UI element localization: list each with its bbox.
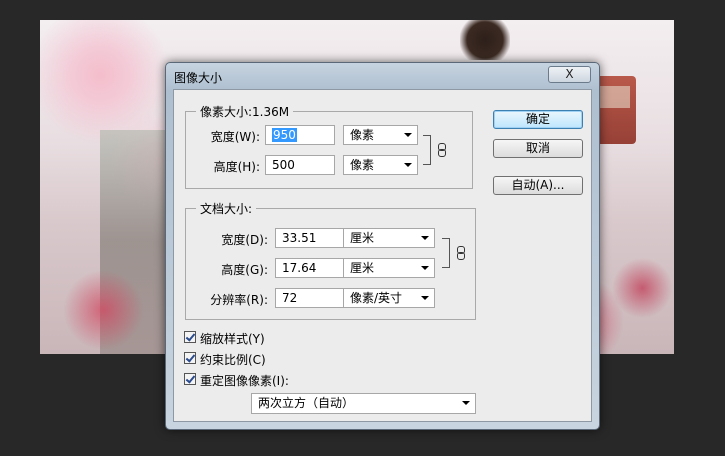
close-button[interactable]: X [548, 66, 591, 83]
woman-figure [460, 20, 510, 60]
pixel-dimensions-group: 像素大小:1.36M 宽度(W): 950 像素 高度(H): 500 像素 [185, 103, 473, 189]
ok-button-label: 确定 [525, 112, 550, 126]
close-icon: X [565, 67, 574, 81]
dialog-title: 图像大小 [174, 71, 223, 85]
chain-link-icon [457, 246, 465, 260]
doc-height-input[interactable]: 17.64 [275, 258, 345, 278]
chevron-down-icon [421, 266, 429, 270]
pixel-width-value: 950 [272, 128, 297, 142]
dialog-titlebar[interactable]: 图像大小 X [166, 63, 599, 89]
doc-width-input[interactable]: 33.51 [275, 228, 345, 248]
pixel-height-label: 高度(H): [213, 160, 260, 174]
pixel-height-unit: 像素 [350, 158, 375, 172]
resolution-value: 72 [282, 291, 298, 305]
constrain-proportions-label: 约束比例(C) [200, 353, 266, 367]
pixel-width-input[interactable]: 950 [265, 125, 335, 145]
resolution-input[interactable]: 72 [275, 288, 345, 308]
pixel-height-value: 500 [272, 158, 295, 172]
doc-width-label: 宽度(D): [221, 233, 268, 247]
pixel-height-unit-select[interactable]: 像素 [343, 155, 418, 175]
doc-link-bracket [442, 238, 450, 268]
pixel-link-bracket [423, 135, 431, 165]
auto-button-label: 自动(A)... [511, 178, 565, 192]
chevron-down-icon [462, 401, 470, 405]
scale-styles-label: 缩放样式(Y) [200, 332, 265, 346]
chain-link-icon [438, 143, 446, 157]
pixel-width-unit: 像素 [350, 128, 375, 142]
chevron-down-icon [404, 133, 412, 137]
pixel-dimensions-legend: 像素大小:1.36M [196, 103, 294, 120]
doc-height-unit-select[interactable]: 厘米 [343, 258, 435, 278]
pixel-width-unit-select[interactable]: 像素 [343, 125, 418, 145]
doc-width-unit: 厘米 [350, 231, 375, 245]
constrain-proportions-checkbox[interactable] [184, 352, 196, 364]
doc-height-value: 17.64 [282, 261, 317, 275]
chevron-down-icon [404, 163, 412, 167]
document-size-legend: 文档大小: [196, 200, 257, 217]
auto-button[interactable]: 自动(A)... [493, 176, 583, 195]
scale-styles-checkbox[interactable] [184, 331, 196, 343]
chevron-down-icon [421, 236, 429, 240]
pixel-height-input[interactable]: 500 [265, 155, 335, 175]
resample-image-label: 重定图像像素(I): [200, 374, 289, 388]
doc-width-unit-select[interactable]: 厘米 [343, 228, 435, 248]
resample-method-select[interactable]: 两次立方（自动） [251, 393, 476, 414]
resolution-unit-select[interactable]: 像素/英寸 [343, 288, 435, 308]
dialog-client: 像素大小:1.36M 宽度(W): 950 像素 高度(H): 500 像素 文… [173, 89, 592, 422]
pixel-width-label: 宽度(W): [210, 130, 260, 144]
cancel-button[interactable]: 取消 [493, 139, 583, 158]
doc-height-unit: 厘米 [350, 261, 375, 275]
resolution-unit: 像素/英寸 [350, 291, 403, 305]
doc-width-value: 33.51 [282, 231, 317, 245]
resample-image-checkbox[interactable] [184, 373, 196, 385]
image-size-dialog: 图像大小 X 像素大小:1.36M 宽度(W): 950 像素 高度(H): 5… [165, 62, 600, 430]
document-size-group: 文档大小: 宽度(D): 33.51 厘米 高度(G): 17.64 厘米 分辨… [185, 200, 476, 320]
cancel-button-label: 取消 [525, 141, 550, 155]
doc-height-label: 高度(G): [221, 263, 268, 277]
chevron-down-icon [421, 296, 429, 300]
resample-method-value: 两次立方（自动） [258, 396, 355, 410]
resolution-label: 分辨率(R): [210, 293, 268, 307]
ok-button[interactable]: 确定 [493, 110, 583, 129]
